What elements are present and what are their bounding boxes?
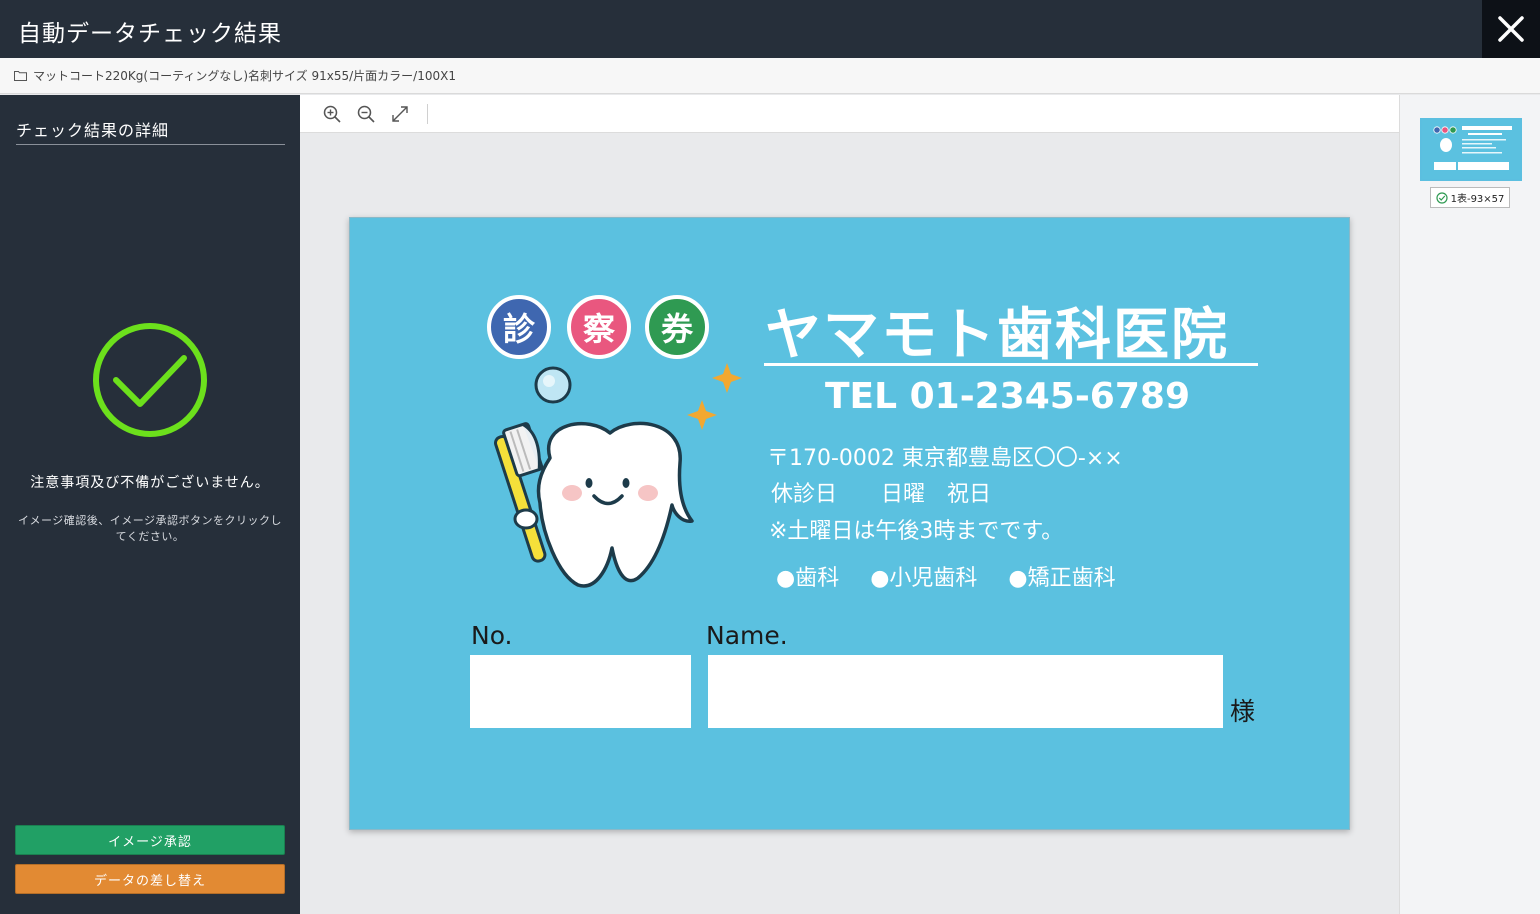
clinic-name: ヤマモト歯科医院	[765, 303, 1229, 368]
check-circle-icon	[93, 323, 207, 437]
fit-screen-icon[interactable]	[390, 104, 410, 124]
clinic-tel: TEL 01-2345-6789	[825, 376, 1190, 417]
status-message: 注意事項及び不備がございません。	[30, 475, 270, 491]
badge-shin: 診	[487, 295, 551, 359]
folder-icon	[14, 71, 27, 81]
thumbnail-label[interactable]: 1表-93×57	[1430, 187, 1510, 208]
clinic-note: ※土曜日は午後3時までです。	[769, 519, 1064, 544]
clinic-address: 〒170-0002 東京都豊島区〇〇-××	[767, 446, 1123, 471]
business-card-preview: 診 察 券 ヤマモト歯科医院 TEL 01-2345-6789 〒170-000…	[349, 217, 1350, 830]
product-spec: マットコート220Kg(コーティングなし)名刺サイズ 91x55/片面カラー/1…	[33, 69, 456, 83]
clinic-holiday: 休診日 日曜 祝日	[771, 482, 992, 507]
department-item: ●矯正歯科	[1008, 566, 1116, 591]
breadcrumb: マットコート220Kg(コーティングなし)名刺サイズ 91x55/片面カラー/1…	[0, 58, 1540, 94]
replace-data-button[interactable]: データの差し替え	[15, 864, 285, 894]
thumbnail-label-text: 1表-93×57	[1450, 194, 1505, 205]
tooth-mascot-illustration	[494, 363, 742, 588]
title-bar: 自動データチェック結果	[0, 0, 1540, 58]
window-title: 自動データチェック結果	[18, 21, 282, 47]
name-label: Name.	[706, 621, 788, 650]
no-field-box	[470, 655, 691, 728]
check-circle-icon	[1435, 191, 1448, 204]
badge-satsu: 察	[567, 295, 631, 359]
preview-toolbar	[300, 95, 1399, 133]
sidebar-heading: チェック結果の詳細	[16, 117, 285, 145]
no-label: No.	[471, 621, 513, 650]
zoom-out-icon[interactable]	[356, 104, 376, 124]
close-icon[interactable]	[1497, 15, 1525, 43]
thumbnail-preview-image	[1422, 120, 1520, 179]
instruction-text: イメージ確認後、イメージ承認ボタンをクリックしてください。	[17, 514, 283, 543]
clinic-name-underline	[764, 363, 1258, 366]
page-thumbnail[interactable]	[1420, 118, 1522, 181]
name-field-box	[708, 655, 1223, 728]
check-result-sidebar: チェック結果の詳細 注意事項及び不備がございません。 イメージ確認後、イメージ承…	[0, 95, 300, 914]
zoom-in-icon[interactable]	[322, 104, 342, 124]
honorific-sama: 様	[1230, 697, 1256, 726]
badge-ken: 券	[645, 295, 709, 359]
department-list: ●歯科 ●小児歯科 ●矯正歯科	[776, 560, 1140, 592]
department-item: ●歯科	[776, 566, 840, 591]
toolbar-divider	[427, 104, 428, 124]
close-button[interactable]	[1482, 0, 1540, 58]
department-item: ●小児歯科	[870, 566, 978, 591]
approve-image-button[interactable]: イメージ承認	[15, 825, 285, 855]
page-thumbnail-panel: 1表-93×57	[1399, 95, 1540, 914]
